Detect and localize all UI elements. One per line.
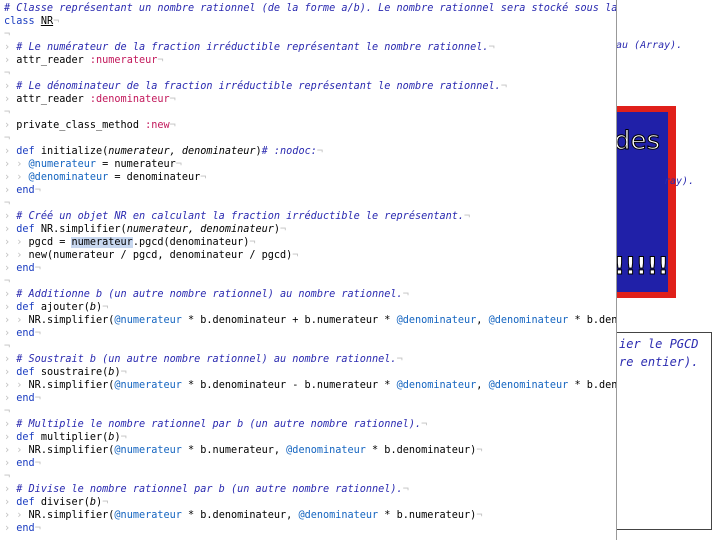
code-line-empty: ¬ [4,198,11,209]
code-line: class NR¬ [4,16,60,27]
background-text-fragment: ray). [664,176,695,187]
code-line: › end¬ [4,458,41,469]
banner-exclaim: !!!!! [614,252,668,281]
code-line: › # Additionne b (un autre nombre ration… [4,289,409,300]
code-line: › › @numerateur = numerateur¬ [4,159,182,170]
background-banner: des !!!!! [614,106,676,298]
code-line: › › NR.simplifier(@numerateur * b.denomi… [4,510,483,521]
code-line: › def NR.simplifier(numerateur, denomina… [4,224,287,235]
code-line: › end¬ [4,523,41,534]
code-line: › def ajouter(b)¬ [4,302,109,313]
selection-highlight[interactable]: numerateur [71,237,133,248]
code-line: # Classe représentant un nombre rationne… [4,3,617,14]
code-line: › end¬ [4,393,41,404]
background-banner-inner: des !!!!! [614,112,668,292]
banner-text: des [614,126,661,157]
code-line: › def soustraire(b)¬ [4,367,127,378]
code-line: › › NR.simplifier(@numerateur * b.denomi… [4,315,617,326]
code-line-empty: ¬ [4,68,11,79]
code-line: › # Soustrait b (un autre nombre rationn… [4,354,403,365]
code-line: › end¬ [4,328,41,339]
code-line: › end¬ [4,263,41,274]
code-line-empty: ¬ [4,107,11,118]
code-line-empty: ¬ [4,276,11,287]
code-line: › def diviser(b)¬ [4,497,109,508]
code-line: › def initialize(numerateur, denominateu… [4,146,323,157]
code-line-empty: ¬ [4,29,11,40]
code-line: › › pgcd = numerateur.pgcd(denominateur)… [4,237,256,248]
code-line-empty: ¬ [4,471,11,482]
code-line: › › NR.simplifier(@numerateur * b.numera… [4,445,483,456]
code-line: › private_class_method :new¬ [4,120,176,131]
code-line: › › NR.simplifier(@numerateur * b.denomi… [4,380,617,391]
background-text-fragment: au (Array). [616,40,683,51]
code-line: › end¬ [4,185,41,196]
code-line: › # Le dénominateur de la fraction irréd… [4,81,507,92]
background-text-fragment: re entier). [619,355,699,369]
code-line: › # Le numérateur de la fraction irréduc… [4,42,495,53]
code-line-empty: ¬ [4,406,11,417]
background-window-top[interactable]: au (Array). [600,0,718,110]
code-line-empty: ¬ [4,133,11,144]
code-line: › attr_reader :numerateur¬ [4,55,164,66]
code-line: › # Multiplie le nombre rationnel par b … [4,419,428,430]
code-line: › # Divise le nombre rationnel par b (un… [4,484,409,495]
code-line: › attr_reader :denominateur¬ [4,94,176,105]
code-line: › def multiplier(b)¬ [4,432,127,443]
code-line: › # Créé un objet NR en calculant la fra… [4,211,471,222]
class-name: NR [40,16,54,27]
background-text-fragment: ier le PGCD [619,337,699,351]
code-line: › › new(numerateur / pgcd, denominateur … [4,250,299,261]
code-line-empty: ¬ [4,341,11,352]
code-line: › › @denominateur = denominateur¬ [4,172,207,183]
code-editor[interactable]: # Classe représentant un nombre rationne… [0,0,617,540]
